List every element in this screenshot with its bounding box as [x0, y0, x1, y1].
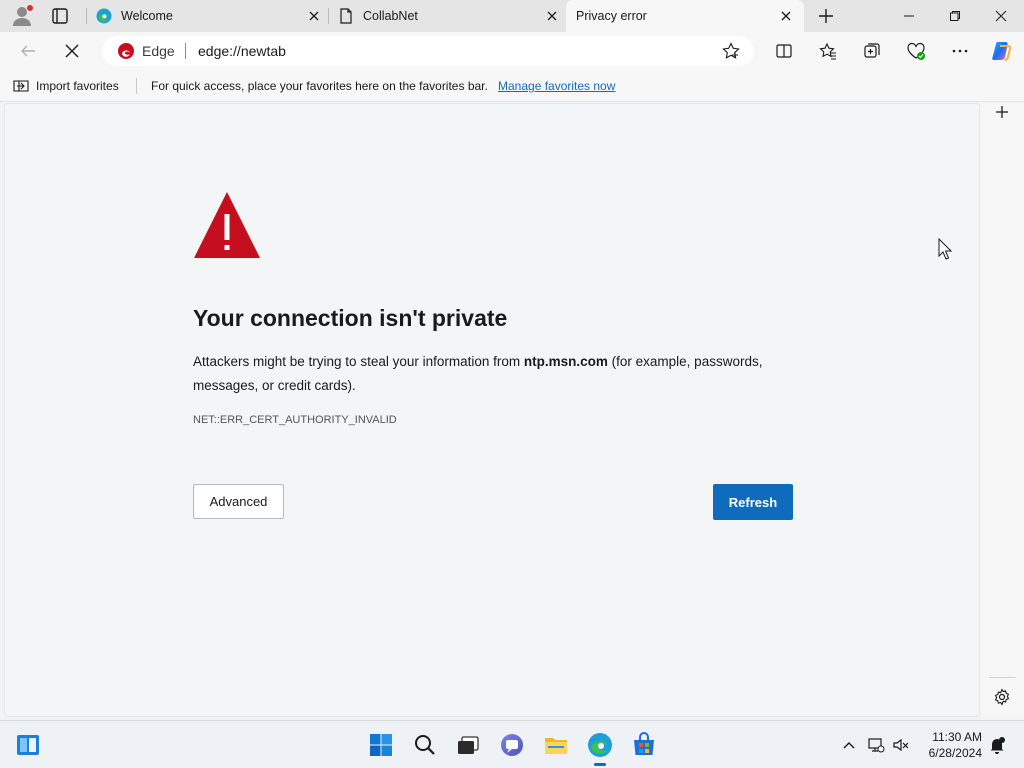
windows-start-icon[interactable]: [368, 732, 394, 758]
tab-collabnet[interactable]: CollabNet: [338, 0, 560, 32]
more-options-icon[interactable]: [948, 39, 972, 63]
tab-title: CollabNet: [363, 9, 418, 23]
split-screen-icon[interactable]: [772, 39, 796, 63]
new-tab-icon[interactable]: [816, 6, 836, 26]
page-icon: [338, 8, 354, 24]
close-icon[interactable]: [778, 8, 794, 24]
close-icon[interactable]: [306, 8, 322, 24]
address-bar[interactable]: Edge edge://newtab: [102, 36, 754, 66]
error-code: NET::ERR_CERT_AUTHORITY_INVALID: [193, 414, 397, 426]
back-arrow-icon[interactable]: [16, 39, 40, 63]
windows-taskbar: 11:30 AM 6/28/2024: [0, 720, 1024, 768]
import-favorites-icon[interactable]: [12, 77, 30, 95]
network-icon[interactable]: [867, 736, 885, 754]
favorites-bar: Import favorites For quick access, place…: [0, 70, 1024, 102]
edge-sidebar: [981, 103, 1024, 717]
page-title: Your connection isn't private: [193, 305, 508, 331]
tab-privacy-error[interactable]: Privacy error: [566, 0, 804, 32]
navigation-toolbar: Edge edge://newtab: [0, 32, 1024, 70]
favorites-bar-hint: For quick access, place your favorites h…: [151, 79, 488, 93]
warning-triangle-icon: [192, 190, 262, 260]
tab-actions-icon[interactable]: [50, 6, 70, 26]
close-window-icon[interactable]: [978, 0, 1024, 32]
volume-muted-icon[interactable]: [892, 736, 910, 754]
task-view-icon[interactable]: [455, 732, 481, 758]
manage-favorites-link[interactable]: Manage favorites now: [498, 79, 615, 93]
error-page: Your connection isn't private Attackers …: [4, 103, 980, 717]
microsoft-store-icon[interactable]: [631, 732, 657, 758]
stop-loading-icon[interactable]: [60, 39, 84, 63]
clock-time: 11:30 AM: [932, 730, 982, 744]
refresh-button[interactable]: Refresh: [713, 484, 793, 520]
clock-date: 6/28/2024: [928, 746, 982, 760]
widgets-icon[interactable]: [15, 732, 41, 758]
minimize-icon[interactable]: [886, 0, 932, 32]
advanced-button[interactable]: Advanced: [193, 484, 284, 519]
collections-icon[interactable]: [860, 39, 884, 63]
site-host: ntp.msn.com: [523, 354, 608, 369]
browser-essentials-icon[interactable]: [904, 39, 928, 63]
edge-taskbar-icon[interactable]: [587, 732, 613, 758]
tab-strip: Welcome CollabNet Privacy error: [0, 0, 1024, 32]
import-favorites-button[interactable]: Import favorites: [36, 79, 119, 93]
tab-title: Welcome: [121, 9, 173, 23]
restore-icon[interactable]: [932, 0, 978, 32]
teams-chat-icon[interactable]: [499, 732, 525, 758]
favorites-icon[interactable]: [816, 39, 840, 63]
copilot-icon[interactable]: [990, 39, 1014, 63]
browser-brand-label: Edge: [142, 43, 175, 59]
notifications-bell-icon[interactable]: [988, 736, 1006, 754]
error-description: Attackers might be trying to steal your …: [193, 354, 763, 393]
search-icon[interactable]: [412, 732, 438, 758]
tab-title: Privacy error: [576, 9, 647, 23]
profile-avatar-icon[interactable]: [10, 4, 34, 28]
show-hidden-icons-chevron-up-icon[interactable]: [840, 736, 858, 754]
tab-welcome[interactable]: Welcome: [96, 0, 322, 32]
running-app-indicator: [594, 763, 606, 766]
edge-logo-icon: [96, 8, 112, 24]
sidebar-settings-gear-icon[interactable]: [991, 686, 1013, 708]
mouse-cursor-icon: [938, 237, 953, 260]
file-explorer-icon[interactable]: [543, 732, 569, 758]
add-favorite-star-icon[interactable]: [722, 42, 740, 60]
url-text[interactable]: edge://newtab: [198, 43, 286, 59]
system-clock[interactable]: 11:30 AM 6/28/2024: [916, 729, 982, 761]
add-sidebar-app-icon[interactable]: [991, 101, 1013, 123]
security-warning-icon[interactable]: [117, 42, 135, 60]
close-icon[interactable]: [544, 8, 560, 24]
